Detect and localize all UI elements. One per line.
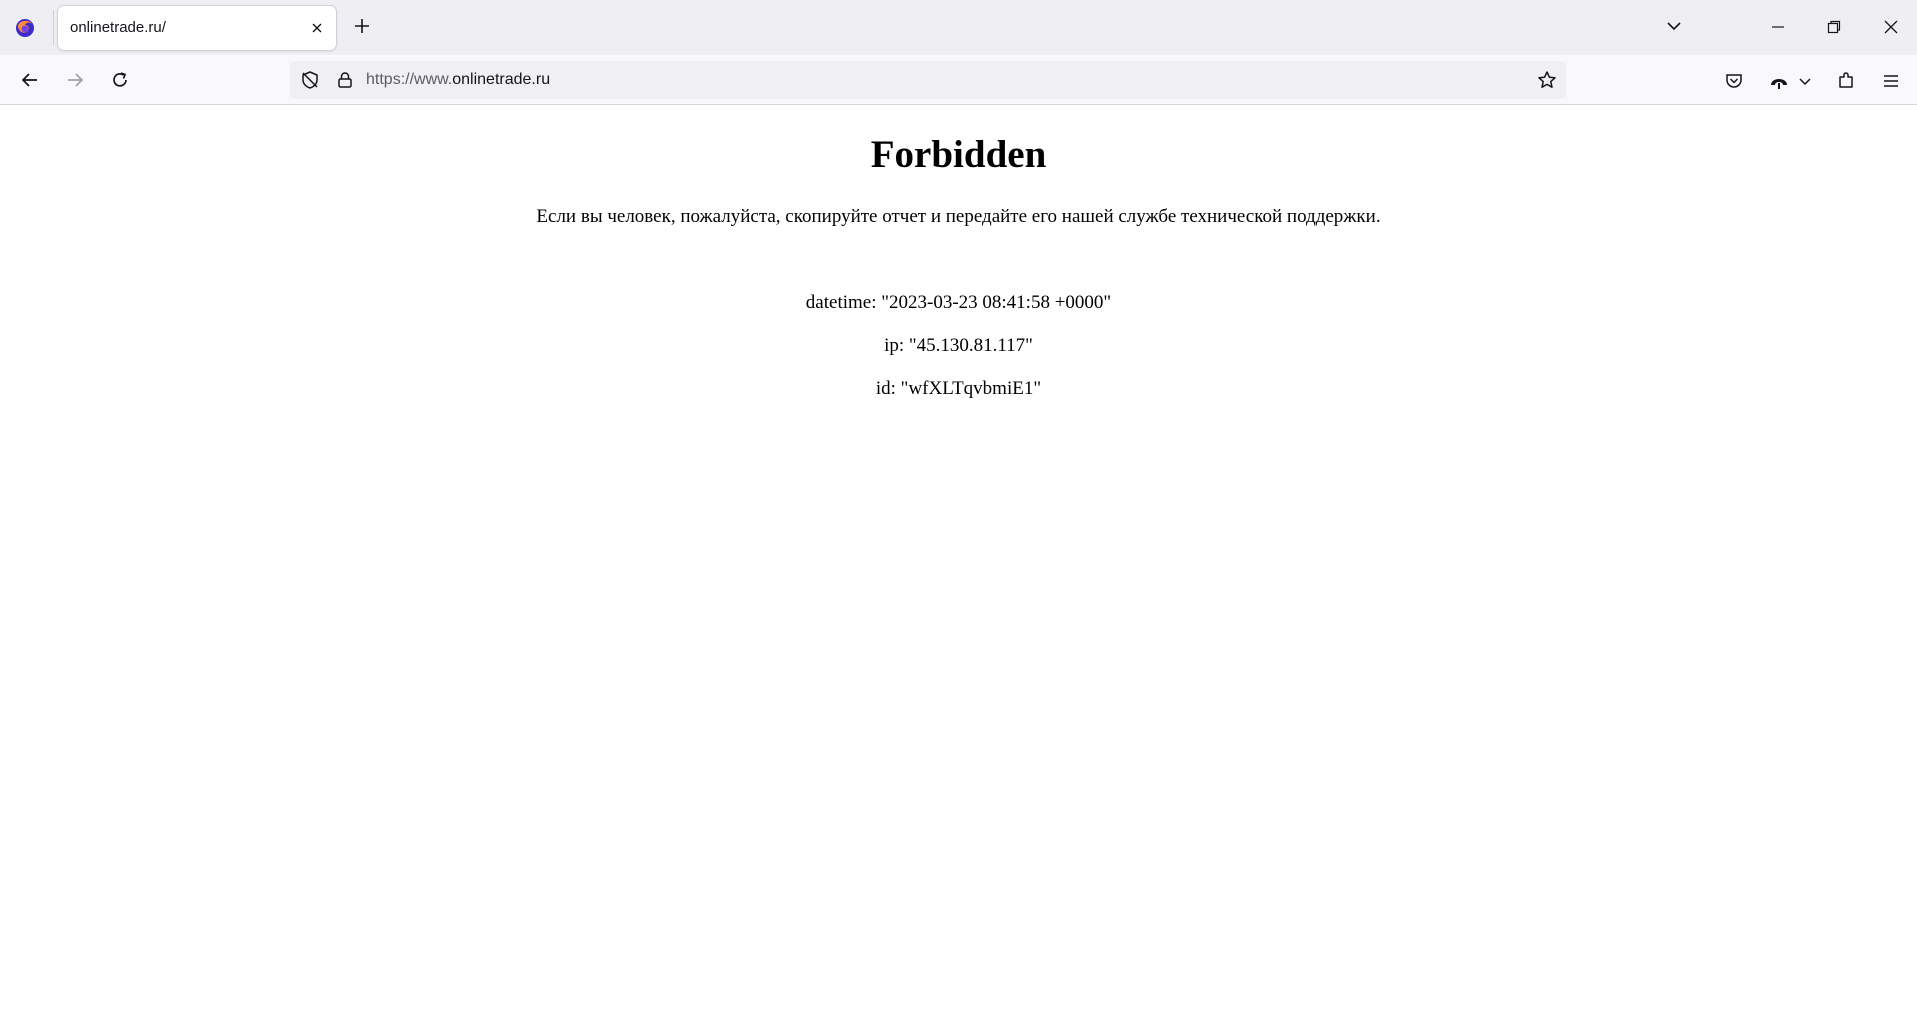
datetime-line: datetime: "2023-03-23 08:41:58 +0000" [805, 292, 1112, 313]
ip-line: ip: "45.130.81.117" [884, 335, 1033, 356]
page-message: Если вы человек, пожалуйста, скопируйте … [536, 206, 1381, 227]
star-icon[interactable] [1536, 69, 1558, 91]
page-title: Forbidden [870, 133, 1047, 176]
url-host: onlinetrade.ru [452, 71, 551, 88]
browser-window: onlinetrade.ru/ https://www.onlinetrade.… [0, 0, 1917, 1031]
arrow-right-icon[interactable] [59, 64, 91, 96]
hamburger-icon[interactable] [1877, 67, 1905, 95]
puzzle-icon[interactable] [1832, 67, 1860, 95]
tab-onlinetrade[interactable]: onlinetrade.ru/ [58, 6, 336, 50]
pocket-icon[interactable] [1720, 67, 1748, 95]
lock-icon[interactable] [334, 69, 356, 91]
restore-icon[interactable] [1819, 12, 1849, 42]
url-address[interactable]: https://www.onlinetrade.ru [366, 71, 550, 89]
url-scheme: https://www. [366, 71, 453, 88]
navigation-toolbar: https://www.onlinetrade.ru [0, 55, 1917, 105]
tab-strip: onlinetrade.ru/ [0, 0, 1917, 55]
chevron-down-icon[interactable] [1797, 67, 1813, 95]
tab-title: onlinetrade.ru/ [70, 19, 166, 36]
plus-icon[interactable] [350, 14, 374, 38]
tab-separator [53, 10, 54, 45]
close-icon[interactable] [306, 17, 328, 39]
shield-icon[interactable] [299, 69, 321, 91]
chevron-down-icon[interactable] [1662, 14, 1686, 38]
close-icon[interactable] [1876, 12, 1906, 42]
minimize-icon[interactable] [1763, 12, 1793, 42]
url-bar[interactable]: https://www.onlinetrade.ru [290, 61, 1566, 99]
reload-icon[interactable] [104, 64, 136, 96]
id-line: id: "wfXLTqvbmiE1" [875, 378, 1042, 399]
firefox-icon[interactable] [14, 17, 36, 39]
vpn-icon[interactable] [1765, 67, 1793, 95]
page-content: Forbidden Если вы человек, пожалуйста, с… [0, 106, 1917, 1031]
arrow-left-icon[interactable] [14, 64, 46, 96]
